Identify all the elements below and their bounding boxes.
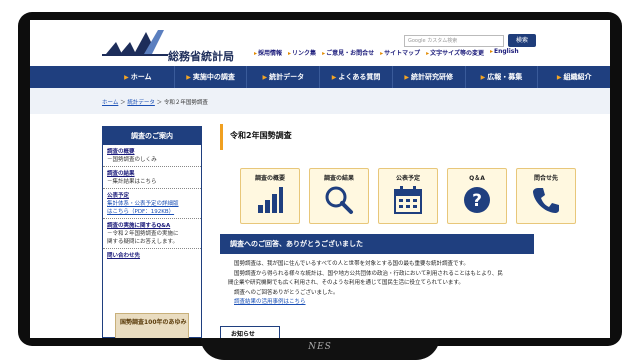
tile-label: Q＆A: [469, 175, 485, 182]
sidebar-desc: 関する疑問にお答えします。: [107, 239, 178, 245]
nav-ongoing-surveys[interactable]: ▶ 実施中の調査: [175, 66, 248, 88]
phone-icon: [533, 188, 559, 213]
notice-card: お知らせ: [220, 326, 280, 338]
breadcrumb-home[interactable]: ホーム: [102, 100, 118, 106]
nav-statistics-data[interactable]: ▶ 統計データ: [247, 66, 321, 88]
nav-faq[interactable]: ▶ よくある質問: [320, 66, 393, 88]
tile-overview[interactable]: 調査の概要: [240, 168, 300, 224]
sidebar-link-schedule[interactable]: 公表予定: [107, 192, 197, 200]
sidebar: 調査のご案内 調査の概要 －国勢調査のしくみ 調査の結果 －集計結果はこちら 公…: [102, 126, 202, 338]
sidebar-heading: 調査のご案内: [103, 127, 201, 145]
util-link-contact[interactable]: ご意見・お問合せ: [322, 48, 374, 57]
intro-paragraph: 国勢調査は、我が国に住んでいるすべての人と世帯を対象とする国の最も重要な統計調査…: [234, 261, 469, 267]
util-link-links[interactable]: リンク集: [288, 48, 316, 57]
tile-label: 公表予定: [395, 175, 420, 182]
sidebar-link-qa[interactable]: 調査の実施に関するQ&A: [107, 222, 197, 230]
chevron-right-icon: ▶: [480, 73, 486, 81]
nav-training[interactable]: ▶ 統計研究研修: [393, 66, 466, 88]
chevron-right-icon: ▶: [186, 73, 191, 81]
search-button[interactable]: 検索: [508, 34, 536, 47]
breadcrumb: ホーム ＞ 統計データ ＞ 令和２年国勢調査: [102, 98, 208, 106]
breadcrumb-separator: ＞: [120, 100, 126, 106]
intro-paragraph: 調査へのご回答ありがとうございました。: [234, 289, 339, 296]
browser-screen: 総務省統計局 Google カスタム検索 検索 採用情報 リンク集 ご意見・お問…: [30, 20, 610, 338]
sidebar-section-schedule: 公表予定 集計体系・公表予定の詳細版 はこちら（PDF：192KB）: [103, 189, 201, 219]
logo-mark-icon: [102, 30, 168, 56]
sidebar-link-results[interactable]: 調査の結果: [107, 170, 197, 178]
monitor-stand: NES: [200, 336, 440, 360]
sidebar-desc: －国勢調査のしくみ: [107, 157, 157, 163]
util-link-recruit[interactable]: 採用情報: [254, 48, 282, 57]
sidebar-desc: －令和２年国勢調査の実施に: [107, 231, 179, 237]
sidebar-desc: －集計結果はこちら: [107, 179, 157, 185]
util-link-text-size[interactable]: 文字サイズ等の変更: [426, 48, 484, 57]
main-nav: ▶ ホーム ▶ 実施中の調査 ▶ 統計データ ▶ よくある質問 ▶ 統計研究研修 ▶ 広報・…: [102, 66, 610, 88]
nav-training-label: 統計研究研修: [411, 73, 454, 81]
intro-paragraph: 間企業や研究機関でも広く利用され、そのような利用を通じて国民生活に役立てられてい…: [228, 280, 464, 286]
tile-results[interactable]: 調査の結果: [309, 168, 369, 224]
intro-text: 国勢調査は、我が国に住んでいるすべての人と世帯を対象とする国の最も重要な統計調査…: [228, 260, 548, 308]
tile-label: 調査の概要: [254, 175, 285, 182]
sidebar-section-qa: 調査の実施に関するQ&A －令和２年国勢調査の実施に 関する疑問にお答えします。: [103, 219, 201, 249]
page-title: 令和2年国勢調査: [230, 131, 292, 140]
chevron-right-icon: ▶: [124, 73, 129, 81]
tile-schedule[interactable]: 公表予定: [378, 168, 438, 224]
breadcrumb-data[interactable]: 統計データ: [127, 100, 155, 106]
thanks-banner: 調査へのご回答、ありがとうございました: [220, 234, 534, 254]
nav-organization[interactable]: ▶ 組織紹介: [538, 66, 610, 88]
chevron-right-icon: ▶: [404, 73, 410, 81]
sidebar-link-overview[interactable]: 調査の概要: [107, 148, 197, 156]
sidebar-link-pdf[interactable]: はこちら（PDF：192KB）: [107, 208, 197, 216]
case-study-link[interactable]: 調査結果の活用事例はこちら: [228, 298, 548, 308]
ministry-name: 総務省統計局: [168, 50, 234, 63]
question-icon: ?: [464, 187, 490, 213]
breadcrumb-current: 令和２年国勢調査: [163, 100, 208, 106]
stand-label: NES: [308, 342, 332, 352]
bar-chart-icon: [258, 187, 283, 213]
sidebar-section-results: 調査の結果 －集計結果はこちら: [103, 167, 201, 189]
sidebar-link-pdf[interactable]: 集計体系・公表予定の詳細版: [107, 200, 197, 208]
tile-label: 問合せ先: [533, 175, 558, 182]
breadcrumb-separator: ＞: [156, 100, 163, 106]
tile-qa[interactable]: Q＆A ?: [447, 168, 507, 224]
nav-home-label: ホーム: [130, 73, 152, 81]
quick-links: 調査の概要 調査の結果 公表予定 Q＆A ? 問合せ先: [240, 168, 576, 224]
nav-home[interactable]: ▶ ホーム: [102, 66, 175, 88]
sidebar-link-contact[interactable]: 問い合わせ先: [107, 252, 197, 260]
nav-bar-left: [30, 66, 102, 88]
nav-faq-label: よくある質問: [338, 73, 381, 81]
sidebar-section-contact: 問い合わせ先: [103, 249, 201, 262]
intro-paragraph: 国勢調査から得られる様々な統計は、国や地方公共団体の政治・行政において利用される…: [234, 270, 503, 277]
nav-data-label: 統計データ: [269, 73, 305, 81]
history-banner[interactable]: 国勢調査100年のあゆみ: [115, 313, 189, 338]
calendar-icon: [394, 186, 422, 214]
chevron-right-icon: ▶: [556, 73, 562, 81]
site-header: 総務省統計局 Google カスタム検索 検索 採用情報 リンク集 ご意見・お問…: [30, 20, 610, 66]
tile-contact[interactable]: 問合せ先: [516, 168, 576, 224]
magnifier-icon: [325, 186, 353, 214]
nav-org-label: 組織紹介: [563, 73, 592, 81]
site-logo[interactable]: 総務省統計局: [102, 28, 242, 64]
util-link-sitemap[interactable]: サイトマップ: [380, 48, 420, 57]
history-banner-text: 国勢調査100年のあゆみ: [120, 319, 187, 326]
nav-pr-label: 広報・募集: [487, 73, 523, 81]
svg-text:?: ?: [472, 191, 482, 211]
utility-links: 採用情報 リンク集 ご意見・お問合せ サイトマップ 文字サイズ等の変更 Engl…: [254, 48, 519, 57]
chevron-right-icon: ▶: [262, 73, 268, 81]
util-link-english[interactable]: English: [490, 48, 519, 57]
search-input[interactable]: Google カスタム検索: [404, 35, 504, 47]
sidebar-section-overview: 調査の概要 －国勢調査のしくみ: [103, 145, 201, 167]
tile-label: 調査の結果: [323, 175, 354, 182]
nav-pr[interactable]: ▶ 広報・募集: [466, 66, 539, 88]
chevron-right-icon: ▶: [331, 73, 337, 81]
nav-ongoing-label: 実施中の調査: [192, 73, 235, 81]
